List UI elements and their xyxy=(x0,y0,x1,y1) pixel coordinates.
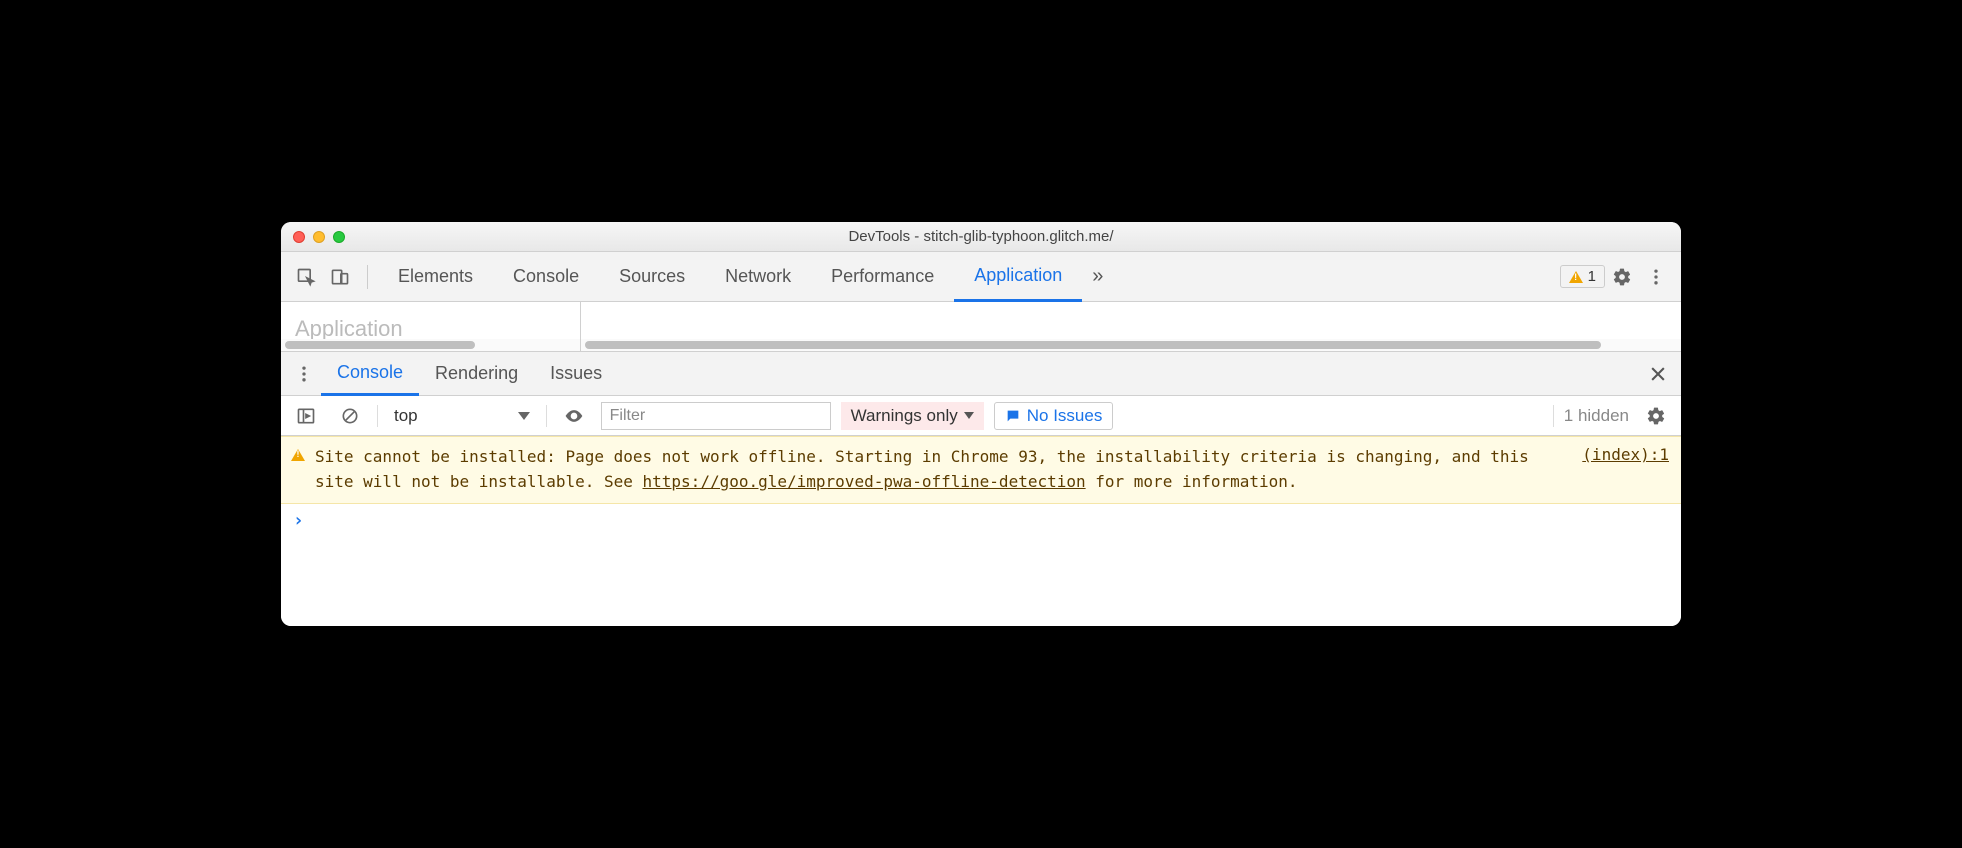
application-panel: Application xyxy=(281,302,1681,352)
main-tabstrip: Elements Console Sources Network Perform… xyxy=(281,252,1681,302)
window-titlebar: DevTools - stitch-glib-typhoon.glitch.me… xyxy=(281,222,1681,252)
drawer-tab-console[interactable]: Console xyxy=(321,353,419,396)
drawer-tab-rendering[interactable]: Rendering xyxy=(419,352,534,395)
device-toolbar-icon[interactable] xyxy=(323,260,357,294)
console-toolbar: top Warnings only No Issues 1 hidden xyxy=(281,396,1681,436)
tab-sources[interactable]: Sources xyxy=(599,252,705,301)
live-expression-icon[interactable] xyxy=(557,399,591,433)
console-output: Site cannot be installed: Page does not … xyxy=(281,436,1681,626)
tab-application[interactable]: Application xyxy=(954,253,1082,302)
tab-console[interactable]: Console xyxy=(493,252,599,301)
chevron-down-icon xyxy=(518,412,530,420)
divider xyxy=(377,405,378,427)
tab-network[interactable]: Network xyxy=(705,252,811,301)
settings-icon[interactable] xyxy=(1605,260,1639,294)
drawer-close-icon[interactable] xyxy=(1641,357,1675,391)
warning-link[interactable]: https://goo.gle/improved-pwa-offline-det… xyxy=(643,472,1086,491)
tab-elements[interactable]: Elements xyxy=(378,252,493,301)
no-issues-chip[interactable]: No Issues xyxy=(994,402,1114,430)
divider xyxy=(367,265,368,289)
console-prompt[interactable]: › xyxy=(281,504,1681,537)
content-scrollbar[interactable] xyxy=(581,339,1681,351)
execution-context-selector[interactable]: top xyxy=(388,402,536,430)
log-level-selector[interactable]: Warnings only xyxy=(841,402,984,430)
console-settings-icon[interactable] xyxy=(1639,399,1673,433)
console-filter-input[interactable] xyxy=(601,402,831,430)
drawer-tab-issues[interactable]: Issues xyxy=(534,352,618,395)
application-sidebar[interactable]: Application xyxy=(281,302,581,351)
sidebar-scrollbar[interactable] xyxy=(281,339,580,351)
hidden-count[interactable]: 1 hidden xyxy=(1564,406,1629,426)
tabs-overflow-icon[interactable]: » xyxy=(1082,252,1113,301)
console-sidebar-toggle-icon[interactable] xyxy=(289,399,323,433)
window-title: DevTools - stitch-glib-typhoon.glitch.me… xyxy=(281,228,1681,245)
chevron-down-icon xyxy=(964,412,974,419)
warning-source-link[interactable]: (index):1 xyxy=(1582,445,1669,464)
warning-text-after: for more information. xyxy=(1086,472,1298,491)
tab-performance[interactable]: Performance xyxy=(811,252,954,301)
drawer-tabstrip: Console Rendering Issues xyxy=(281,352,1681,396)
warning-message: Site cannot be installed: Page does not … xyxy=(315,445,1556,495)
clear-console-icon[interactable] xyxy=(333,399,367,433)
log-level-label: Warnings only xyxy=(851,406,958,426)
console-warning-row[interactable]: Site cannot be installed: Page does not … xyxy=(281,436,1681,504)
inspect-element-icon[interactable] xyxy=(289,260,323,294)
issues-count: 1 xyxy=(1588,268,1596,285)
issues-badge[interactable]: 1 xyxy=(1560,265,1605,288)
divider xyxy=(546,405,547,427)
warning-icon xyxy=(291,449,305,461)
drawer-more-icon[interactable] xyxy=(287,357,321,391)
application-content[interactable] xyxy=(581,302,1681,351)
divider xyxy=(1553,405,1554,427)
no-issues-label: No Issues xyxy=(1027,406,1103,426)
devtools-window: DevTools - stitch-glib-typhoon.glitch.me… xyxy=(281,222,1681,626)
more-icon[interactable] xyxy=(1639,260,1673,294)
context-label: top xyxy=(394,406,418,426)
warning-icon xyxy=(1569,271,1583,283)
